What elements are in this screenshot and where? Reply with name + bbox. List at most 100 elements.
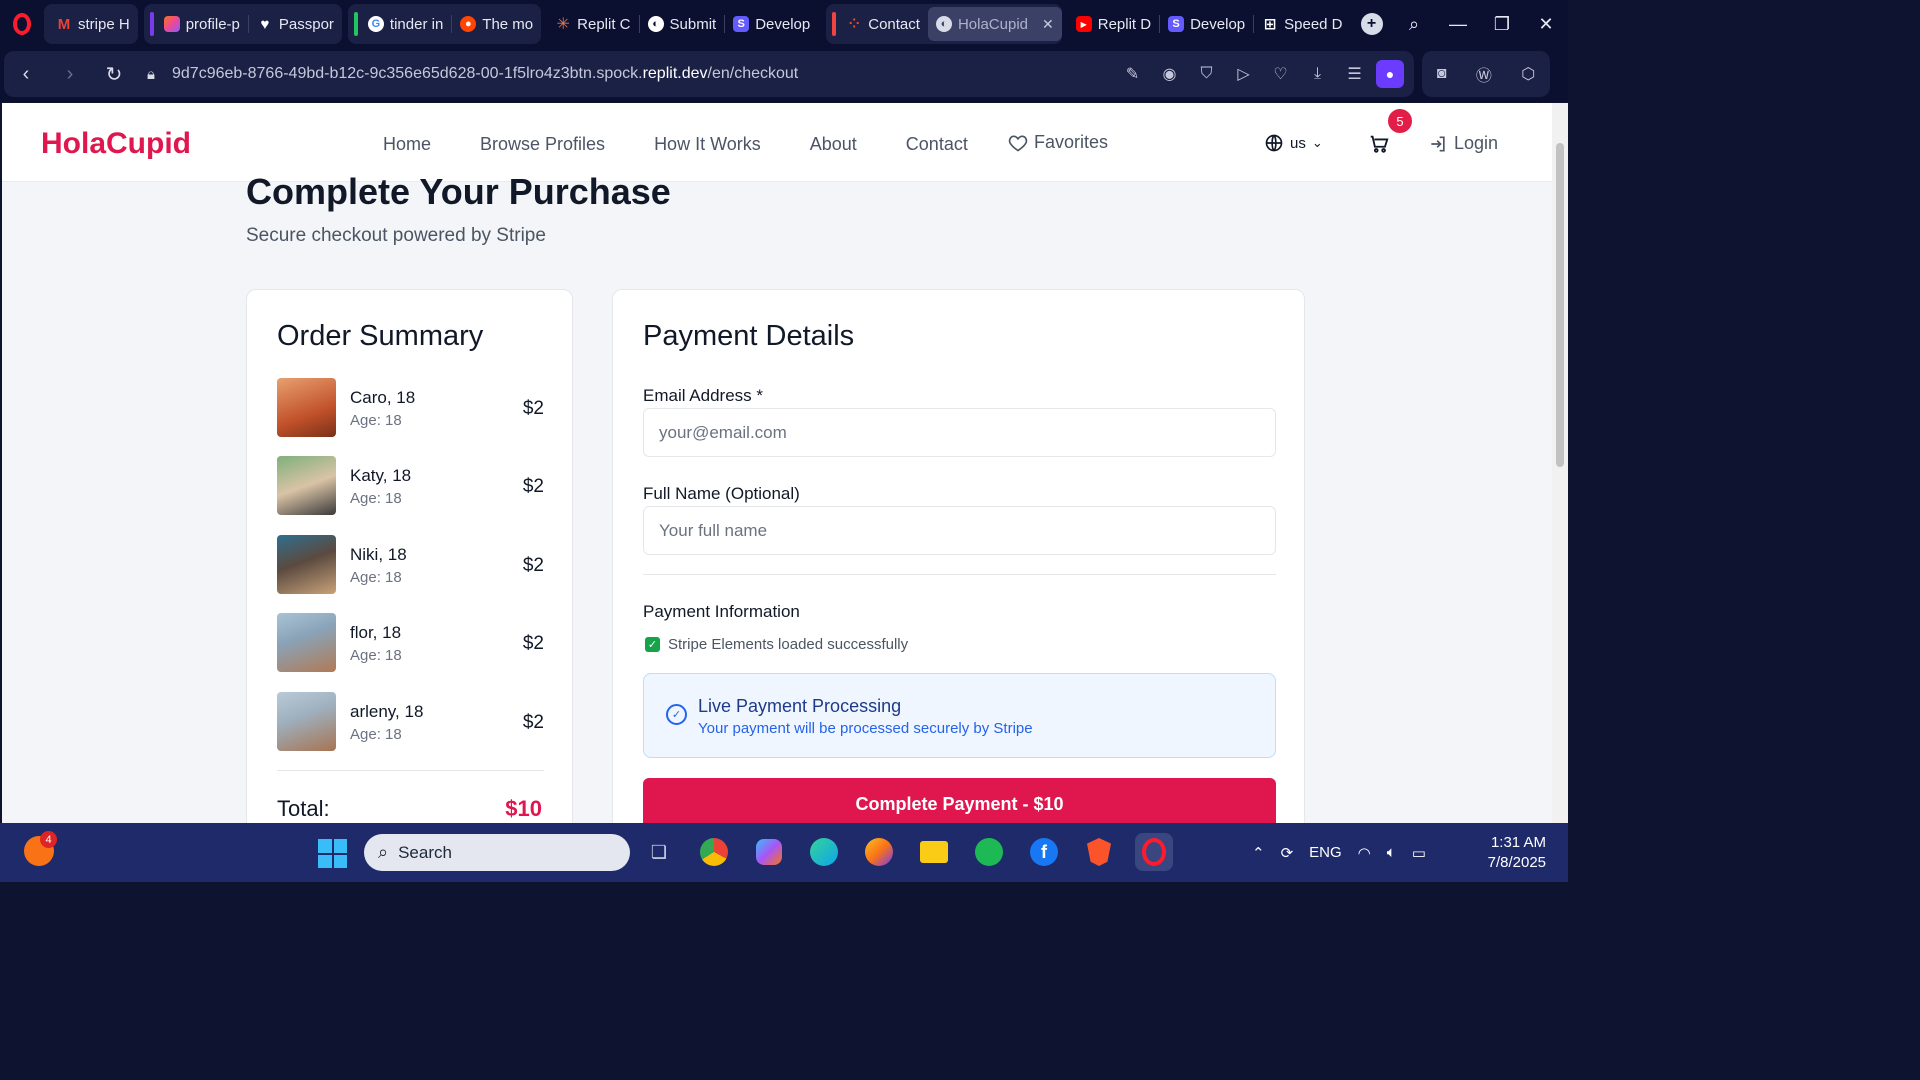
restore-icon[interactable]: ❐ (1480, 14, 1524, 35)
main-nav: Home Browse Profiles How It Works About … (383, 134, 968, 155)
battery-icon[interactable]: ▭ (1412, 844, 1426, 862)
nav-home[interactable]: Home (383, 134, 431, 155)
profile-icon[interactable]: ● (1376, 60, 1404, 88)
chrome-icon[interactable] (695, 833, 733, 871)
browser-tab-strip: Mstripe H profile-p ♥ Passpor Gtinder in … (0, 0, 1568, 48)
profile-thumbnail[interactable] (277, 456, 336, 515)
reload-icon[interactable]: ↻ (92, 62, 136, 87)
tab-group-3: Gtinder in ● The mo (347, 4, 542, 44)
minimize-icon[interactable]: — (1436, 14, 1480, 35)
taskbar-clock[interactable]: 1:31 AM 7/8/2025 (1488, 833, 1546, 873)
file-explorer-icon[interactable] (915, 833, 953, 871)
wifi-icon[interactable]: ◠ (1358, 844, 1371, 862)
lock-icon[interactable]: 🔒︎ (136, 66, 166, 83)
task-view-icon[interactable]: ❏ (640, 833, 678, 871)
spotify-icon[interactable] (970, 833, 1008, 871)
tab-group-1: Mstripe H (44, 4, 138, 44)
shield-icon[interactable]: ⛉ (1191, 65, 1222, 83)
site-logo[interactable]: HolaCupid (41, 127, 191, 161)
item-price: $2 (522, 398, 544, 419)
taskbar-search[interactable]: ⌕ Search (364, 834, 630, 871)
tab-6[interactable]: ◐ Submit (640, 7, 725, 41)
wallet-icon[interactable]: Ⓦ (1476, 62, 1492, 86)
complete-payment-button[interactable]: Complete Payment - $10 (643, 778, 1276, 823)
tab-5[interactable]: ✳ Replit C (547, 7, 638, 41)
profile-thumbnail[interactable] (277, 378, 336, 437)
download-icon[interactable]: ⤓ (1302, 65, 1333, 83)
payment-details-heading: Payment Details (643, 320, 855, 352)
search-tabs-icon[interactable]: ⌕ (1392, 14, 1436, 35)
opera-menu-icon[interactable] (0, 0, 44, 48)
nav-favorites[interactable]: Favorites (1008, 132, 1108, 153)
item-price: $2 (522, 476, 544, 497)
youtube-icon: ▶ (1075, 16, 1092, 32)
grid-icon: ⊞ (1263, 16, 1277, 33)
system-tray: ⌃ ⟳ ENG ◠ 🔈︎ ▭ (1252, 823, 1426, 882)
clock-date: 7/8/2025 (1487, 854, 1546, 871)
scrollbar-thumb[interactable] (1556, 143, 1564, 467)
profile-thumbnail[interactable] (277, 535, 336, 594)
lovable-icon (163, 16, 180, 32)
check-circle-icon: ✓ (666, 704, 687, 725)
tab-9-active[interactable]: ◐ HolaCupid ✕ (927, 7, 1062, 41)
address-bar[interactable]: ‹ › ↻ 🔒︎ 9d7c96eb-8766-49bd-b12c-9c356e6… (4, 51, 1414, 97)
edit-icon[interactable]: ✎ (1117, 64, 1148, 84)
facebook-icon[interactable]: f (1025, 833, 1063, 871)
total-value: $10 (505, 796, 542, 821)
brave-icon[interactable] (1080, 833, 1118, 871)
tab-8[interactable]: ⁘ Contact (838, 7, 928, 41)
cube-icon[interactable]: ⬡ (1521, 64, 1535, 84)
close-window-icon[interactable]: ✕ (1524, 14, 1568, 35)
opera-icon[interactable] (1135, 833, 1173, 871)
nav-about[interactable]: About (810, 134, 857, 155)
volume-icon[interactable]: 🔈︎ (1387, 844, 1396, 861)
full-name-field[interactable] (643, 506, 1276, 555)
play-icon[interactable]: ▷ (1228, 64, 1259, 84)
page-scrollbar[interactable] (1552, 103, 1568, 823)
email-field[interactable] (643, 408, 1276, 457)
profile-thumbnail[interactable] (277, 613, 336, 672)
tab-0[interactable]: Mstripe H (48, 7, 138, 41)
cart-button[interactable] (1368, 133, 1390, 161)
widgets-badge: 4 (40, 831, 57, 848)
snapshot-icon[interactable]: ◙ (1437, 65, 1447, 83)
tab-4[interactable]: ● The mo (452, 7, 541, 41)
tab-3[interactable]: Gtinder in (360, 7, 451, 41)
firefox-icon[interactable] (860, 833, 898, 871)
list-item: Caro, 18 Age: 18 $2 (277, 378, 544, 438)
nav-contact[interactable]: Contact (906, 134, 968, 155)
edge-icon[interactable] (805, 833, 843, 871)
tab-7[interactable]: S Develop (725, 7, 818, 41)
start-icon[interactable] (318, 839, 347, 868)
heart-icon[interactable]: ♡ (1265, 64, 1296, 84)
search-icon: ⌕ (378, 842, 389, 862)
sync-icon[interactable]: ⟳ (1281, 844, 1294, 862)
payment-details-card: Payment Details Email Address * Full Nam… (612, 289, 1305, 823)
nav-browse-profiles[interactable]: Browse Profiles (480, 134, 605, 155)
url-text[interactable]: 9d7c96eb-8766-49bd-b12c-9c356e65d628-00-… (172, 65, 798, 83)
profile-thumbnail[interactable] (277, 692, 336, 751)
tab-group-marker (149, 12, 154, 36)
input-language[interactable]: ENG (1309, 844, 1342, 861)
forward-icon[interactable]: › (48, 63, 92, 86)
divider (643, 574, 1276, 575)
tab-10[interactable]: ▶ Replit D (1068, 7, 1159, 41)
tab-12[interactable]: ⊞ Speed D (1254, 7, 1350, 41)
tab-11[interactable]: S Develop (1160, 7, 1253, 41)
tab-2[interactable]: ♥ Passpor (249, 7, 342, 41)
tab-1[interactable]: profile-p (156, 7, 248, 41)
gmail-icon: M (57, 15, 71, 33)
camera-icon[interactable]: ◉ (1154, 64, 1185, 84)
login-link[interactable]: Login (1428, 133, 1498, 154)
nav-how-it-works[interactable]: How It Works (654, 134, 761, 155)
new-tab-button[interactable]: + (1360, 13, 1383, 35)
list-item: flor, 18 Age: 18 $2 (277, 613, 544, 673)
easy-setup-icon[interactable]: ☰ (1339, 64, 1370, 84)
copilot-icon[interactable] (750, 833, 788, 871)
close-tab-icon[interactable]: ✕ (1042, 16, 1054, 33)
tab-group-marker (353, 12, 358, 36)
chevron-up-icon[interactable]: ⌃ (1252, 844, 1265, 862)
back-icon[interactable]: ‹ (4, 63, 48, 86)
language-selector[interactable]: us ⌄ (1264, 133, 1323, 153)
item-price: $2 (522, 633, 544, 654)
